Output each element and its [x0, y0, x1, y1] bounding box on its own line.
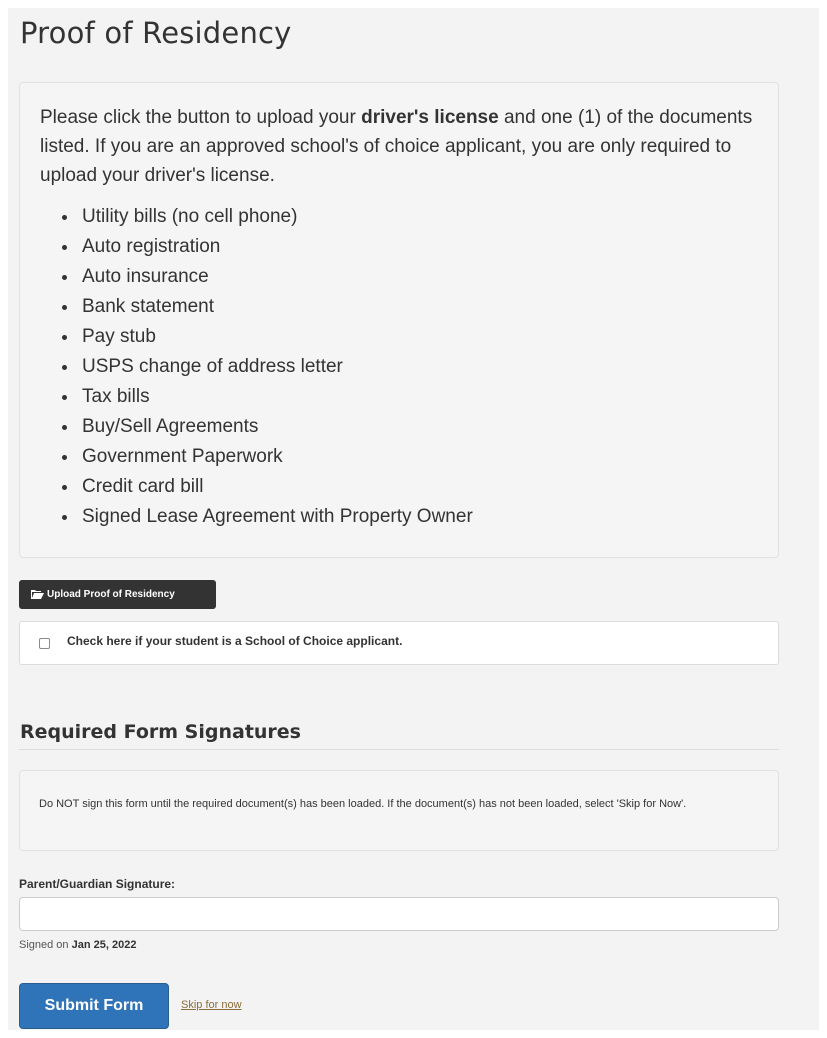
list-item: Pay stub	[62, 322, 473, 352]
signatures-section-title: Required Form Signatures	[20, 721, 301, 743]
list-item: Auto registration	[62, 232, 473, 262]
folder-open-icon	[31, 590, 44, 599]
signed-on-prefix: Signed on	[19, 939, 72, 951]
skip-for-now-link[interactable]: Skip for now	[181, 999, 242, 1011]
submit-form-button[interactable]: Submit Form	[19, 983, 169, 1029]
list-item: Utility bills (no cell phone)	[62, 202, 473, 232]
list-item: Auto insurance	[62, 262, 473, 292]
signature-warning-text: Do NOT sign this form until the required…	[39, 798, 687, 810]
school-choice-label[interactable]: Check here if your student is a School o…	[67, 634, 402, 648]
list-item: USPS change of address letter	[62, 352, 473, 382]
instructions-text: Please click the button to upload your d…	[40, 103, 765, 190]
signature-warning-panel: Do NOT sign this form until the required…	[19, 770, 779, 851]
instructions-panel: Please click the button to upload your d…	[19, 82, 779, 558]
upload-button-label: Upload Proof of Residency	[47, 589, 175, 600]
section-divider	[19, 749, 779, 750]
page-title: Proof of Residency	[20, 16, 292, 50]
instructions-prefix: Please click the button to upload your	[40, 107, 362, 128]
upload-proof-button[interactable]: Upload Proof of Residency	[19, 580, 216, 609]
school-choice-panel: Check here if your student is a School o…	[19, 621, 779, 665]
school-choice-checkbox[interactable]	[39, 638, 50, 649]
signature-field-label: Parent/Guardian Signature:	[19, 877, 176, 891]
list-item: Tax bills	[62, 382, 473, 412]
list-item: Signed Lease Agreement with Property Own…	[62, 502, 473, 532]
instructions-bold: driver's license	[361, 107, 499, 128]
signed-on-date: Jan 25, 2022	[71, 939, 137, 951]
signed-on-text: Signed on Jan 25, 2022	[19, 939, 136, 951]
document-list: Utility bills (no cell phone) Auto regis…	[62, 202, 473, 532]
list-item: Buy/Sell Agreements	[62, 412, 473, 442]
list-item: Bank statement	[62, 292, 473, 322]
list-item: Credit card bill	[62, 472, 473, 502]
list-item: Government Paperwork	[62, 442, 473, 472]
signature-input[interactable]	[19, 897, 779, 931]
page-container: Proof of Residency Please click the butt…	[8, 8, 819, 1030]
